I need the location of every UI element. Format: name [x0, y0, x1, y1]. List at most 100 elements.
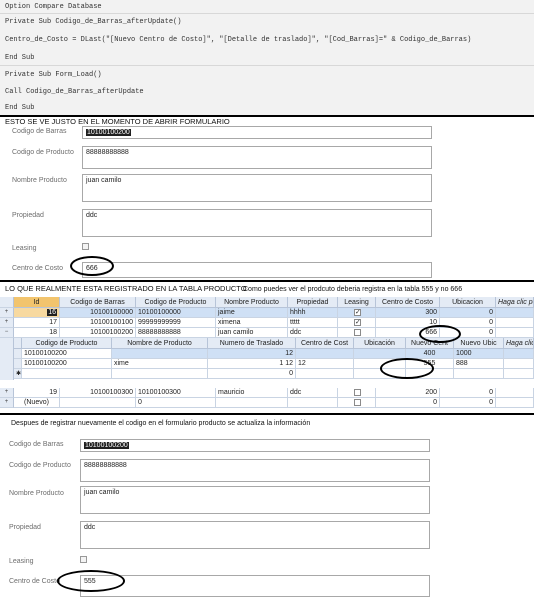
table-cell[interactable]: 10100100000 [136, 308, 216, 318]
table-cell[interactable] [338, 308, 376, 318]
table-cell[interactable]: juan camilo [216, 328, 288, 338]
codigo-producto-field[interactable]: 88888888888 [80, 459, 430, 482]
table-cell[interactable] [496, 398, 534, 408]
table-cell[interactable]: mauricio [216, 388, 288, 398]
table-cell[interactable] [338, 388, 376, 398]
new-record-marker[interactable]: ✱ [14, 369, 22, 379]
table-cell[interactable]: ximena [216, 318, 288, 328]
sub-column-header-codigo[interactable]: Codigo de Producto [22, 338, 112, 349]
table-cell[interactable] [22, 369, 112, 379]
nombre-producto-field[interactable]: juan camilo [80, 486, 430, 514]
table-cell[interactable]: 99999999999 [136, 318, 216, 328]
table-cell[interactable]: 0 [208, 369, 296, 379]
table-cell[interactable]: 0 [440, 388, 496, 398]
table-cell[interactable]: 88888888888 [136, 328, 216, 338]
propiedad-field[interactable]: ddc [80, 521, 430, 549]
table-cell[interactable] [496, 318, 534, 328]
column-header-ubicacion[interactable]: Ubicacion [440, 297, 496, 308]
table-cell[interactable] [60, 398, 136, 408]
table-cell[interactable]: 10100100000 [60, 308, 136, 318]
expand-button[interactable]: + [0, 308, 14, 318]
table-cell[interactable] [454, 369, 504, 379]
table-cell[interactable] [338, 398, 376, 408]
table-cell[interactable]: 300 [376, 308, 440, 318]
column-header-leasing[interactable]: Leasing [338, 297, 376, 308]
table-cell[interactable]: 1000 [454, 349, 504, 359]
table-cell[interactable]: 17 [14, 318, 60, 328]
propiedad-field[interactable]: ddc [82, 209, 432, 237]
centro-costo-field[interactable]: 555 [80, 575, 430, 597]
table-cell[interactable]: ddc [288, 328, 338, 338]
codigo-producto-field[interactable]: 88888888888 [82, 146, 432, 169]
table-cell[interactable]: ddc [288, 388, 338, 398]
column-header-add[interactable]: Haga clic para [496, 297, 534, 308]
table-cell[interactable]: 200 [376, 388, 440, 398]
table-cell[interactable] [288, 398, 338, 408]
centro-costo-field[interactable]: 666 [82, 262, 432, 278]
table-cell[interactable] [496, 328, 534, 338]
table-cell[interactable] [112, 369, 208, 379]
expand-button[interactable]: + [0, 398, 14, 408]
table-cell[interactable] [496, 388, 534, 398]
table-cell[interactable]: 18 [14, 328, 60, 338]
table-cell[interactable]: 10100100300 [60, 388, 136, 398]
leasing-checkbox[interactable] [354, 308, 361, 316]
sub-column-header-centro[interactable]: Centro de Cost [296, 338, 354, 349]
table-cell[interactable]: ttttt [288, 318, 338, 328]
table-cell[interactable] [504, 359, 534, 369]
sub-column-header-add[interactable]: Haga clic [504, 338, 534, 349]
leasing-checkbox[interactable] [80, 556, 87, 563]
table-cell[interactable]: (Nuevo) [14, 398, 60, 408]
column-header-propiedad[interactable]: Propiedad [288, 297, 338, 308]
leasing-checkbox[interactable] [354, 329, 361, 336]
leasing-checkbox[interactable] [354, 399, 361, 406]
sub-column-header-traslado[interactable]: Numero de Traslado [208, 338, 296, 349]
table-cell[interactable]: jaime [216, 308, 288, 318]
table-cell[interactable]: 1 12 [208, 359, 296, 369]
table-cell[interactable]: 10100100200 [22, 359, 112, 369]
table-cell[interactable]: hhhh [288, 308, 338, 318]
expand-button[interactable]: + [0, 318, 14, 328]
table-cell[interactable]: 10100100200 [60, 328, 136, 338]
table-cell[interactable]: xime [112, 359, 208, 369]
codigo-barras-field[interactable]: 10100100200 [80, 439, 430, 452]
column-header-barras[interactable]: Codigo de Barras [60, 297, 136, 308]
table-cell[interactable] [338, 318, 376, 328]
table-cell[interactable]: 12 [296, 359, 354, 369]
leasing-checkbox[interactable] [82, 243, 89, 250]
collapse-button[interactable]: − [0, 328, 14, 338]
row-selector[interactable] [14, 349, 22, 359]
sub-column-header-nuevo-ubic[interactable]: Nuevo Ubic [454, 338, 504, 349]
table-cell[interactable]: 10100100200 [22, 349, 112, 359]
column-header-nombre[interactable]: Nombre Producto [216, 297, 288, 308]
nombre-producto-field[interactable]: juan camilo [82, 174, 432, 202]
table-cell[interactable]: 0 [136, 398, 216, 408]
table-cell[interactable]: 10100100100 [60, 318, 136, 328]
table-cell[interactable] [496, 308, 534, 318]
leasing-checkbox[interactable] [354, 318, 361, 326]
row-selector-header[interactable] [0, 297, 14, 308]
codigo-barras-field[interactable]: 10100100200 [82, 126, 432, 139]
table-cell[interactable]: 888 [454, 359, 504, 369]
table-cell[interactable] [296, 369, 354, 379]
column-header-centro[interactable]: Centro de Costo [376, 297, 440, 308]
table-cell[interactable]: 10100100300 [136, 388, 216, 398]
sub-column-header-nombre[interactable]: Nombre de Producto [112, 338, 208, 349]
table-cell[interactable] [112, 349, 208, 359]
row-selector[interactable] [14, 359, 22, 369]
table-cell[interactable]: 19 [14, 388, 60, 398]
table-cell[interactable]: 16 [14, 308, 60, 318]
column-header-producto[interactable]: Codigo de Producto [136, 297, 216, 308]
table-cell[interactable]: 0 [376, 398, 440, 408]
table-cell[interactable] [504, 369, 534, 379]
table-cell[interactable]: 0 [440, 398, 496, 408]
table-cell[interactable]: 12 [208, 349, 296, 359]
subdatasheet-selector-header[interactable] [14, 338, 22, 349]
table-cell[interactable] [296, 349, 354, 359]
leasing-checkbox[interactable] [354, 389, 361, 396]
expand-button[interactable]: + [0, 388, 14, 398]
table-cell[interactable] [338, 328, 376, 338]
table-cell[interactable] [504, 349, 534, 359]
sub-column-header-ubicacion[interactable]: Ubicación [354, 338, 406, 349]
table-cell[interactable] [216, 398, 288, 408]
